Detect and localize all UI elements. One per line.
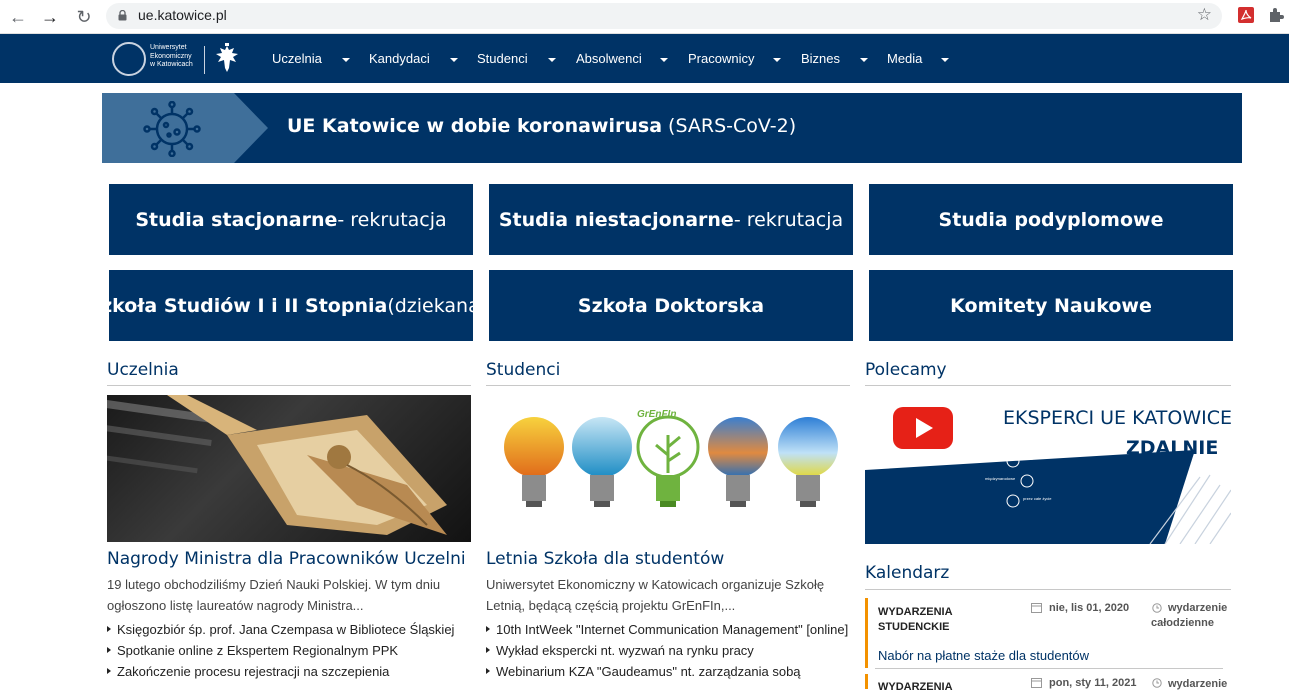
news-links: Księgozbiór śp. prof. Jana Czempasa w Bi… bbox=[107, 619, 477, 682]
event-category: WYDARZENIA STUDENCKIE bbox=[878, 606, 953, 633]
light-bulbs-image[interactable]: GrEnFIn bbox=[486, 395, 850, 542]
tile-studia-stacjonarne[interactable]: Studia stacjonarne - rekrutacja bbox=[109, 184, 473, 255]
news-links: 10th IntWeek "Internet Communication Man… bbox=[486, 619, 856, 682]
news-title[interactable]: Letnia Szkoła dla studentów bbox=[486, 549, 724, 569]
section-heading-polecamy: Polecamy bbox=[865, 360, 947, 380]
promo-subheading: ZDALNIE bbox=[1126, 437, 1219, 459]
chevron-down-icon[interactable] bbox=[773, 58, 781, 62]
address-bar[interactable]: ue.katowice.pl ☆ bbox=[106, 3, 1222, 29]
chevron-down-icon[interactable] bbox=[342, 58, 350, 62]
news-link[interactable]: Zakończenie procesu rejestracji na szcze… bbox=[107, 661, 477, 682]
section-heading-uczelnia: Uczelnia bbox=[107, 360, 179, 380]
logo-divider bbox=[204, 46, 205, 74]
news-description: Uniwersytet Ekonomiczny w Katowicach org… bbox=[486, 577, 825, 613]
news-title[interactable]: Nagrody Ministra dla Pracowników Uczelni bbox=[107, 549, 466, 569]
event-divider bbox=[875, 668, 1223, 669]
news-link[interactable]: Spotkanie online z Ekspertem Regionalnym… bbox=[107, 640, 477, 661]
chevron-down-icon[interactable] bbox=[548, 58, 556, 62]
calendar-event[interactable]: WYDARZENIA STUDENCKIE nie, lis 01, 2020 … bbox=[865, 598, 1231, 668]
chevron-down-icon[interactable] bbox=[450, 58, 458, 62]
section-divider bbox=[107, 385, 471, 386]
grenfin-logo: GrEnFIn bbox=[637, 409, 677, 420]
clock-icon bbox=[1152, 678, 1162, 688]
banner-title: UE Katowice w dobie koronawirusa (SARS-C… bbox=[287, 115, 797, 137]
news-link[interactable]: Webinarium KZA "Gaudeamus" nt. zarządzan… bbox=[486, 661, 856, 682]
virus-icon bbox=[143, 101, 201, 157]
covid-banner[interactable]: UE Katowice w dobie koronawirusa (SARS-C… bbox=[102, 93, 1242, 163]
url-text: ue.katowice.pl bbox=[138, 7, 227, 23]
event-date: nie, lis 01, 2020 bbox=[1049, 602, 1130, 614]
menu-media[interactable]: Media bbox=[887, 51, 922, 66]
tile-szkola-studiow[interactable]: Szkoła Studiów I i II Stopnia (dziekanat… bbox=[87, 270, 495, 341]
eksperci-promo-image[interactable]: EKSPERCI UE KATOWICE ZDALNIE hibrid międ… bbox=[865, 395, 1231, 544]
promo-small-text: przez całe życie bbox=[1023, 496, 1052, 501]
chevron-down-icon[interactable] bbox=[941, 58, 949, 62]
section-divider bbox=[486, 385, 850, 386]
tile-komitety-naukowe[interactable]: Komitety Naukowe bbox=[869, 270, 1233, 341]
tile-studia-niestacjonarne[interactable]: Studia niestacjonarne - rekrutacja bbox=[489, 184, 853, 255]
event-type: wydarzenie bbox=[1168, 678, 1228, 690]
news-link[interactable]: Księgozbiór śp. prof. Jana Czempasa w Bi… bbox=[107, 619, 477, 640]
event-category: WYDARZENIA bbox=[878, 681, 953, 693]
event-type: wydarzenie całodzienne bbox=[1151, 602, 1228, 629]
event-title-link[interactable]: Nabór na płatne staże dla studentów bbox=[878, 648, 1089, 663]
bookmark-star-icon[interactable]: ☆ bbox=[1197, 5, 1212, 25]
fountain-pen-image[interactable] bbox=[107, 395, 471, 542]
promo-small-text: międzynarodowe bbox=[985, 476, 1016, 481]
event-date: pon, sty 11, 2021 bbox=[1049, 677, 1137, 689]
calendar-icon bbox=[1031, 603, 1042, 613]
section-divider bbox=[865, 589, 1231, 590]
menu-kandydaci[interactable]: Kandydaci bbox=[369, 51, 430, 66]
promo-heading: EKSPERCI UE KATOWICE bbox=[1003, 407, 1231, 429]
university-logo[interactable]: Uniwersytet Ekonomiczny w Katowicach bbox=[112, 42, 244, 78]
lock-icon bbox=[118, 10, 127, 21]
section-heading-studenci: Studenci bbox=[486, 360, 561, 380]
news-description: 19 lutego obchodziliśmy Dzień Nauki Pols… bbox=[107, 577, 441, 613]
menu-absolwenci[interactable]: Absolwenci bbox=[576, 51, 642, 66]
menu-biznes[interactable]: Biznes bbox=[801, 51, 840, 66]
calendar-event[interactable]: WYDARZENIA pon, sty 11, 2021 wydarzenie bbox=[865, 674, 1231, 693]
clock-icon bbox=[1152, 603, 1162, 613]
back-icon[interactable]: ← bbox=[6, 5, 30, 29]
logo-text: Uniwersytet Ekonomiczny w Katowicach bbox=[150, 44, 193, 68]
calendar-icon bbox=[1031, 678, 1042, 688]
tile-szkola-doktorska[interactable]: Szkoła Doktorska bbox=[489, 270, 853, 341]
tile-studia-podyplomowe[interactable]: Studia podyplomowe bbox=[869, 184, 1233, 255]
menu-pracownicy[interactable]: Pracownicy bbox=[688, 51, 754, 66]
menu-studenci[interactable]: Studenci bbox=[477, 51, 528, 66]
reload-icon[interactable]: ↻ bbox=[72, 5, 96, 29]
pdf-extension-icon[interactable] bbox=[1237, 6, 1255, 24]
university-seal-icon bbox=[112, 42, 146, 76]
eagle-emblem-icon bbox=[216, 43, 238, 72]
section-heading-kalendarz: Kalendarz bbox=[865, 563, 950, 583]
news-link[interactable]: Wykład ekspercki nt. wyzwań na rynku pra… bbox=[486, 640, 856, 661]
forward-icon[interactable]: → bbox=[38, 5, 62, 29]
chevron-down-icon[interactable] bbox=[660, 58, 668, 62]
extensions-puzzle-icon[interactable] bbox=[1267, 6, 1285, 24]
news-link[interactable]: 10th IntWeek "Internet Communication Man… bbox=[486, 619, 856, 640]
browser-toolbar: ← → ↻ ue.katowice.pl ☆ bbox=[0, 0, 1289, 34]
menu-uczelnia[interactable]: Uczelnia bbox=[272, 51, 322, 66]
promo-small-text: hibrid bbox=[1023, 456, 1033, 461]
section-divider bbox=[865, 385, 1231, 386]
chevron-down-icon[interactable] bbox=[860, 58, 868, 62]
